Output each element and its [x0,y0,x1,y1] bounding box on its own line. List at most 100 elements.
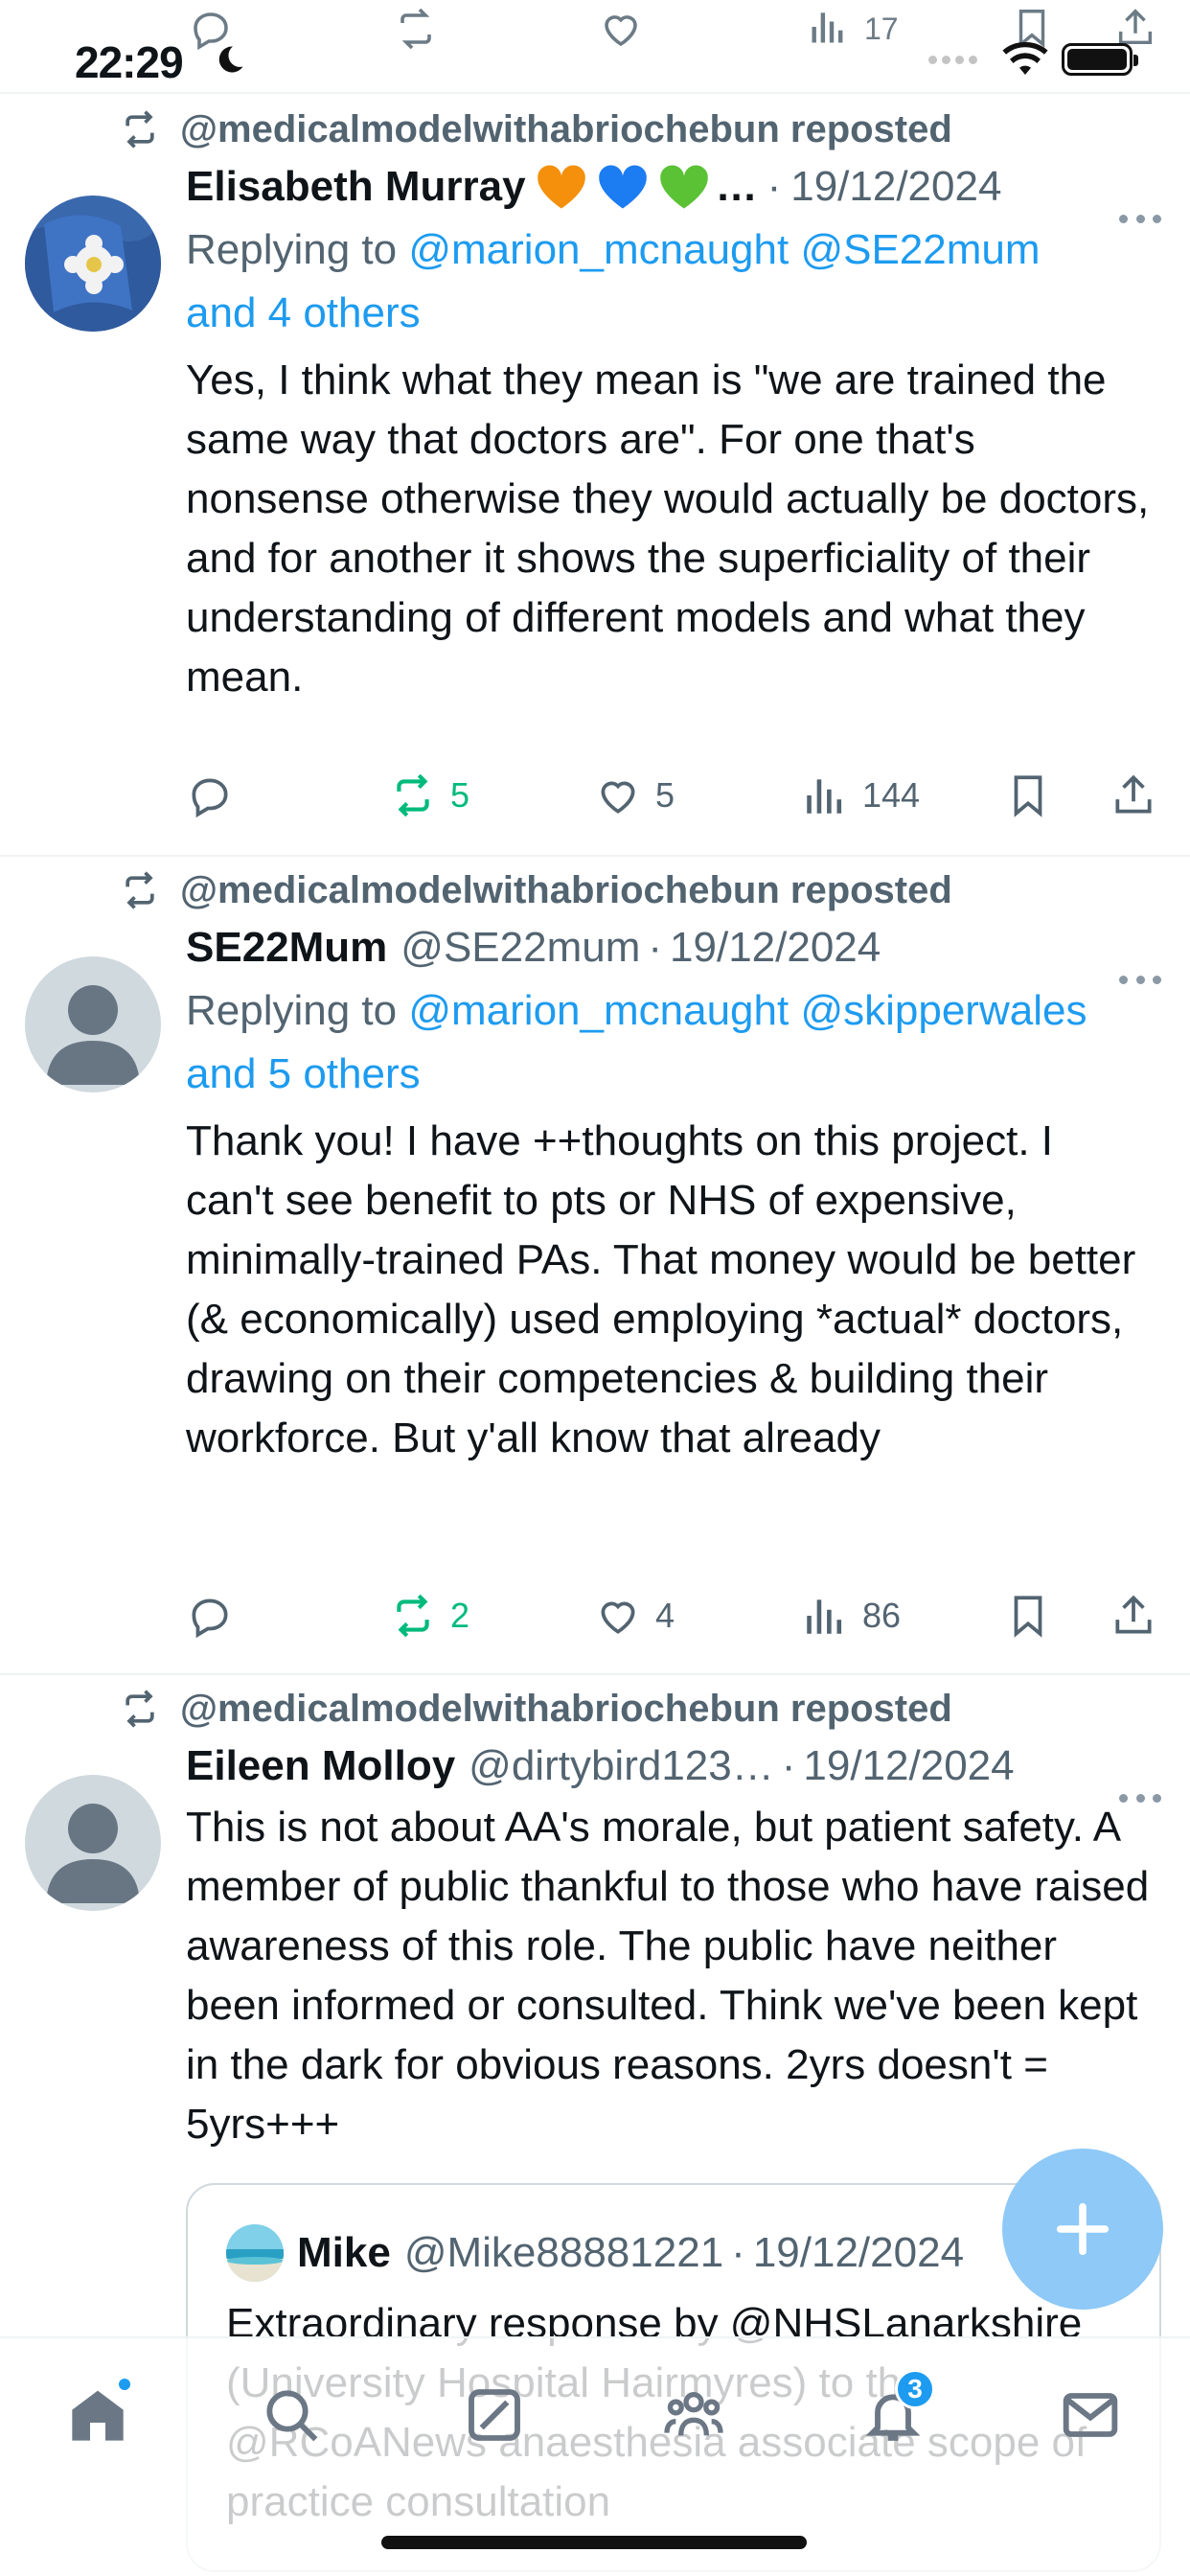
share-icon [1115,774,1152,814]
post-header: Eileen Molloy @dirtybird123… · 19/12/202… [186,1735,1161,1798]
post[interactable]: @medicalmodelwithabriochebun reposted SE… [0,857,1190,1675]
like-icon [605,15,637,47]
post[interactable]: @medicalmodelwithabriochebun reposted El… [0,96,1190,857]
compose-button[interactable] [1002,2149,1163,2310]
bookmark-button[interactable] [1004,771,1052,819]
reply-context: Replying to @marion_mcnaught @SE22mum an… [186,218,1161,345]
more-options-icon[interactable] [1119,215,1161,226]
blue-heart-icon [598,165,647,209]
status-icons [928,42,1138,77]
post-text: This is not about AA's morale, but patie… [186,1804,1150,2148]
like-button[interactable]: 5 [594,771,675,819]
repost-count: 2 [450,1596,470,1635]
repost-label: @medicalmodelwithabriochebun reposted [180,107,952,150]
signal-icon [928,55,977,64]
reply-prefix: Replying to [186,226,409,273]
repost-button[interactable]: 5 [389,771,469,819]
reply-others[interactable]: and 5 others [186,1050,421,1097]
like-button[interactable]: 4 [594,1592,675,1640]
avatar[interactable] [25,956,161,1092]
tab-home[interactable] [59,2377,136,2453]
wifi-icon [1002,42,1048,75]
unread-dot [117,2377,132,2392]
orange-heart-icon [537,165,585,209]
author-name[interactable]: SE22Mum [186,924,387,972]
moon-icon [218,46,243,73]
repost-context[interactable]: @medicalmodelwithabriochebun reposted [119,1675,1161,1735]
battery-icon [1062,43,1138,76]
repost-icon [397,773,429,817]
tab-messages[interactable] [1052,2377,1129,2453]
tab-notifications[interactable]: 3 [855,2369,935,2453]
tab-grok[interactable] [456,2377,533,2453]
like-icon [601,781,635,814]
reply-icon [192,1598,228,1639]
quoted-post-header: Mike @Mike88881221 · 19/12/2024 [226,2220,1125,2287]
default-avatar-icon [46,985,140,1085]
views-icon [807,1599,842,1634]
status-bar: 17 22:29 [0,0,1190,94]
reply-context: Replying to @marion_mcnaught @skipperwal… [186,979,1161,1106]
bookmark-icon [1014,1596,1042,1638]
post-date[interactable]: 19/12/2024 [670,924,881,972]
separator-dot: · [767,163,782,210]
reply-prefix: Replying to [186,987,409,1034]
author-name[interactable]: Elisabeth Murray [186,163,526,211]
repost-label: @medicalmodelwithabriochebun reposted [180,868,952,911]
author-handle[interactable]: @dirtybird123… [469,1742,774,1790]
repost-context[interactable]: @medicalmodelwithabriochebun reposted [119,857,1161,916]
repost-context[interactable]: @medicalmodelwithabriochebun reposted [119,96,1161,155]
avatar[interactable] [25,1775,161,1911]
grok-icon [469,2389,520,2441]
views-button[interactable]: 86 [801,1592,901,1640]
view-count: 86 [862,1596,902,1635]
messages-icon [1063,2393,1118,2437]
post-actions: 5 5 144 [186,748,1161,843]
more-options-icon[interactable] [1119,1794,1161,1806]
tab-search[interactable] [253,2377,330,2453]
bookmark-button[interactable] [1004,1592,1052,1640]
repost-label: @medicalmodelwithabriochebun reposted [180,1687,952,1730]
flag-avatar-image [25,196,161,332]
reply-button[interactable] [186,771,234,819]
like-count: 4 [655,1596,675,1635]
reply-button[interactable] [186,1592,234,1640]
share-icon [1115,1595,1152,1634]
repost-icon [397,1594,429,1638]
view-count: 144 [862,775,921,815]
views-icon [812,12,843,43]
notifications-badge: 3 [895,2369,935,2409]
beach-avatar-image [226,2224,284,2282]
like-icon [601,1601,635,1634]
repost-button[interactable]: 2 [389,1592,469,1640]
reply-icon [192,778,228,818]
author-name[interactable]: Eileen Molloy [186,1742,455,1790]
avatar[interactable] [25,196,161,332]
default-avatar-icon [46,1804,140,1903]
quoted-post-date: 19/12/2024 [752,2229,965,2276]
reply-mentions[interactable]: @marion_mcnaught @skipperwales [408,987,1087,1034]
post-actions: 2 4 86 [186,1568,1161,1664]
reply-mentions[interactable]: @marion_mcnaught @SE22mum [408,226,1040,273]
more-options-icon[interactable] [1119,976,1161,987]
bookmark-icon [1014,775,1042,817]
author-handle[interactable]: @SE22mum [400,924,640,972]
separator-dot: · [648,924,663,971]
scrolled-views-count: 17 [864,12,899,46]
quoted-author-avatar [226,2224,284,2282]
repost-icon [126,110,154,149]
post-text: Thank you! I have ++thoughts on this pro… [186,1117,1136,1461]
share-button[interactable] [1110,771,1157,819]
quoted-author-handle: @Mike88881221 [403,2229,724,2276]
home-indicator[interactable] [381,2536,807,2549]
post-date[interactable]: 19/12/2024 [803,1742,1014,1790]
tab-communities[interactable] [655,2377,732,2453]
post-date[interactable]: 19/12/2024 [790,163,1001,211]
post-header: Elisabeth Murray … · 19/12/2024 [186,155,1161,218]
share-button[interactable] [1110,1592,1157,1640]
post-text: Yes, I think what they mean is "we are t… [186,356,1150,701]
reply-others[interactable]: and 4 others [186,289,421,336]
plus-icon [1056,2202,1110,2256]
separator-dot: · [731,2229,745,2276]
views-button[interactable]: 144 [801,771,920,819]
